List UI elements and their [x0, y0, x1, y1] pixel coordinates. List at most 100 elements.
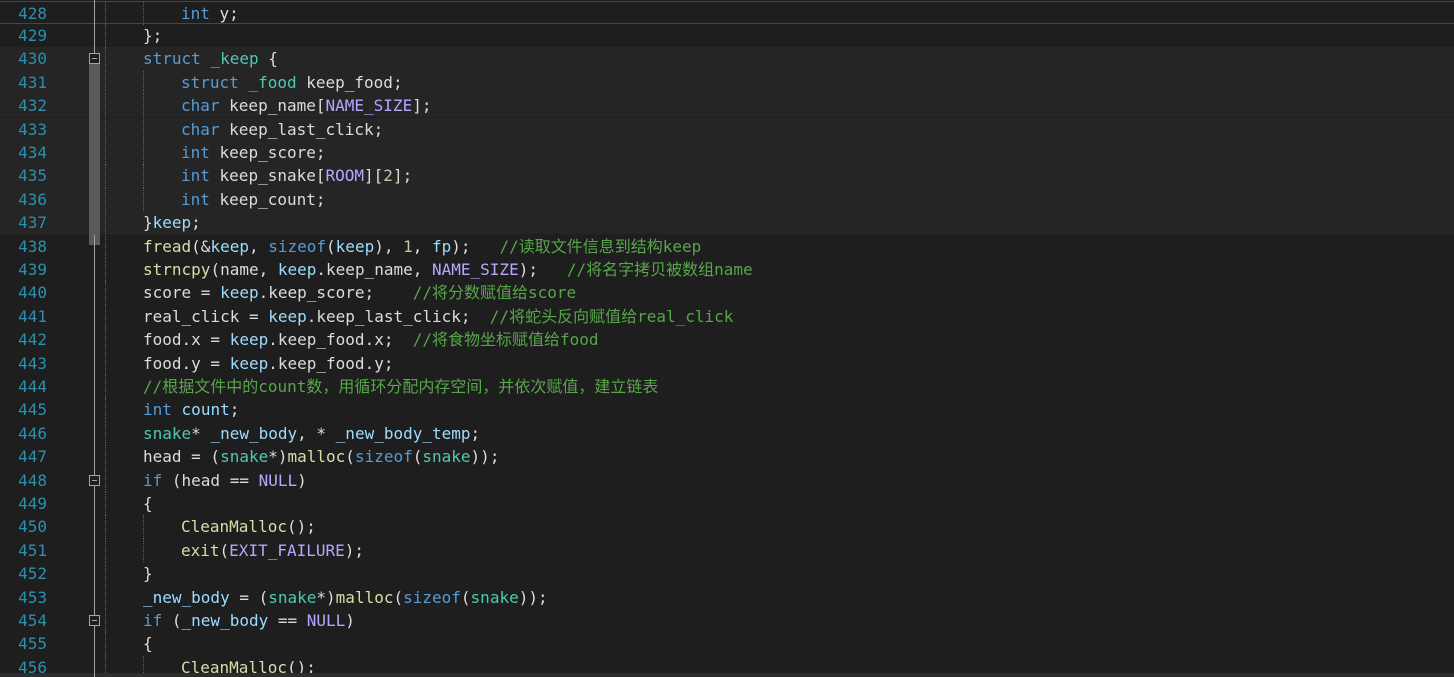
indent-guide [105, 23, 106, 48]
code-token: } [143, 564, 153, 584]
code-text: real_click = keep.keep_last_click; //将蛇头… [143, 305, 733, 328]
code-text: { [143, 492, 153, 515]
code-line[interactable]: 439 strncpy(name, keep.keep_name, NAME_SI… [0, 257, 1454, 282]
collapse-icon[interactable] [89, 53, 100, 65]
code-line[interactable]: 429}; [0, 23, 1454, 48]
code-line[interactable]: 453 _new_body = (snake*)malloc(sizeof(sna… [0, 585, 1454, 609]
code-token: keep_count; [209, 189, 326, 209]
code-token: //将食物坐标赋值给food [412, 330, 599, 350]
code-text: struct _keep { [143, 47, 278, 70]
line-number: 432 [18, 96, 47, 116]
indent-guide [105, 515, 106, 539]
indent-guide [105, 538, 106, 563]
code-line[interactable]: 438 fread(&keep, sizeof(keep), 1, fp); //… [0, 234, 1454, 258]
code-token: sizeof [403, 587, 461, 607]
code-token: snake [143, 423, 192, 443]
line-number: 442 [18, 330, 47, 350]
code-token: CleanMalloc [181, 517, 287, 537]
code-line[interactable]: 455 { [0, 632, 1454, 656]
code-line[interactable]: 447 head = (snake*)malloc(sizeof(snake)); [0, 445, 1454, 469]
code-token: snake [470, 587, 519, 607]
code-line[interactable]: 430 struct _keep { [0, 47, 1454, 71]
code-token: keep_food; [296, 72, 403, 92]
code-text: CleanMalloc(); [181, 515, 316, 538]
code-token: //根据文件中的count数，用循环分配内存空间，并依次赋值，建立链表 [143, 376, 659, 396]
code-editor[interactable]: 428 int y; 429}; 430 struct _keep {431 struct… [0, 0, 1454, 677]
indent-guide [105, 491, 106, 516]
code-text: food.y = keep.keep_food.y; [143, 352, 393, 375]
code-token: } [143, 213, 153, 233]
code-line[interactable]: 454 if (_new_body == NULL) [0, 608, 1454, 633]
code-line[interactable]: 444 //根据文件中的count数，用循环分配内存空间，并依次赋值，建立链表 [0, 374, 1454, 399]
code-token: NAME_SIZE [325, 96, 413, 116]
code-token: ( [393, 587, 404, 607]
code-token: keep [277, 259, 317, 279]
code-token: if [143, 470, 163, 490]
collapse-icon[interactable] [89, 474, 100, 486]
code-line[interactable]: 446 snake* _new_body, * _new_body_temp; [0, 421, 1454, 446]
code-token: y; [209, 3, 239, 23]
line-number: 439 [18, 259, 47, 279]
code-text: food.x = keep.keep_food.x; //将食物坐标赋值给foo… [143, 328, 599, 351]
code-line[interactable]: 428 int y; [0, 0, 1454, 25]
line-number: 449 [18, 493, 47, 513]
code-line[interactable]: 437}keep; [0, 211, 1454, 235]
code-token: struct [181, 72, 239, 92]
code-line[interactable]: 449 { [0, 491, 1454, 516]
code-token: int [181, 189, 210, 209]
indent-guide [105, 445, 106, 469]
code-text: snake* _new_body, * _new_body_temp; [143, 422, 480, 445]
line-number: 447 [18, 447, 47, 467]
code-token: .keep_last_click; [306, 306, 490, 326]
code-token: int [181, 3, 210, 23]
code-token: keep [229, 330, 269, 350]
horizontal-scrollbar[interactable] [0, 673, 1454, 677]
code-line[interactable]: 432 char keep_name[NAME_SIZE]; [0, 94, 1454, 118]
indent-guide [105, 304, 106, 329]
line-number: 441 [18, 306, 47, 326]
code-token: )); [518, 587, 548, 607]
code-line[interactable]: 448 if (head == NULL) [0, 468, 1454, 492]
code-line[interactable]: 431 struct _food keep_food; [0, 70, 1454, 95]
code-token: )); [470, 447, 500, 467]
indent-guide [105, 281, 106, 305]
code-text: }; [143, 24, 162, 47]
code-line[interactable]: 434 int keep_score; [0, 140, 1454, 165]
code-line[interactable]: 441 real_click = keep.keep_last_click; //… [0, 304, 1454, 329]
line-number: 438 [18, 236, 47, 256]
line-number: 430 [18, 49, 47, 69]
code-line[interactable]: 445 int count; [0, 398, 1454, 422]
code-token: char [181, 96, 220, 116]
code-line[interactable]: 436 int keep_count; [0, 187, 1454, 212]
line-number: 452 [18, 564, 47, 584]
code-line[interactable]: 433 char keep_last_click; [0, 117, 1454, 141]
code-line[interactable]: 451 exit(EXIT_FAILURE); [0, 538, 1454, 563]
code-line[interactable]: 443 food.y = keep.keep_food.y; [0, 351, 1454, 375]
code-token: { [143, 634, 153, 654]
code-line[interactable]: 435 int keep_snake[ROOM][2]; [0, 164, 1454, 188]
indent-guide [105, 187, 106, 212]
indent-guide [143, 1, 144, 25]
code-token: (& [191, 236, 211, 256]
code-token: _new_body [210, 423, 298, 443]
code-line[interactable]: 450 CleanMalloc(); [0, 515, 1454, 539]
code-text: exit(EXIT_FAILURE); [181, 539, 364, 562]
code-token: //将蛇头反向赋值给real_click [489, 306, 734, 326]
code-token: ); [344, 540, 365, 560]
indent-guide [105, 374, 106, 399]
code-token: NULL [306, 610, 346, 630]
code-text: _new_body = (snake*)malloc(sizeof(snake)… [143, 586, 548, 609]
indent-guide [105, 234, 106, 258]
code-line[interactable]: 440 score = keep.keep_score; //将分数赋值给scor… [0, 281, 1454, 305]
code-token: (name, [210, 259, 278, 279]
code-line[interactable]: 442 food.x = keep.keep_food.x; //将食物坐标赋值给… [0, 328, 1454, 352]
code-token: keep [335, 236, 375, 256]
code-line[interactable]: 452} [0, 562, 1454, 586]
code-token: ( [219, 540, 230, 560]
code-token: //读取文件信息到结构keep [499, 236, 702, 256]
collapse-icon[interactable] [89, 614, 100, 626]
indent-guide [105, 70, 106, 95]
code-token: { [143, 493, 153, 513]
